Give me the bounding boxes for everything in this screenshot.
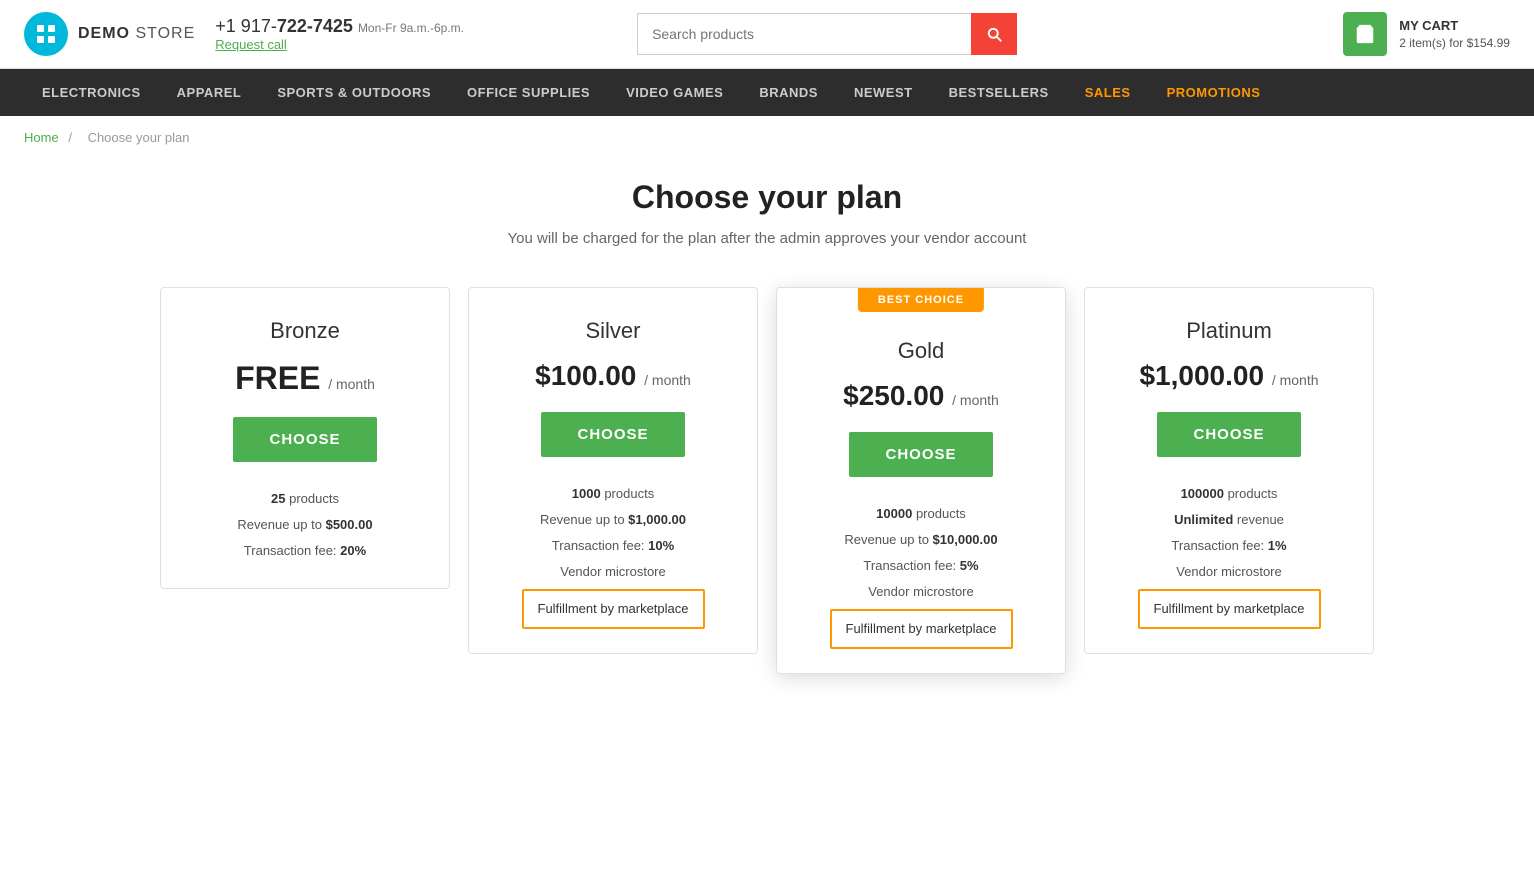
feature-microstore: Vendor microstore: [1105, 559, 1353, 585]
cart-info: MY CART 2 item(s) for $154.99: [1399, 17, 1510, 52]
feature-transaction: Transaction fee: 20%: [181, 538, 429, 564]
feature-products: 25 products: [181, 486, 429, 512]
plan-name-bronze: Bronze: [181, 318, 429, 344]
feature-revenue: Unlimited revenue: [1105, 507, 1353, 533]
phone-number: +1 917-722-7425 Mon-Fr 9a.m.-6p.m.: [215, 16, 464, 37]
feature-microstore: Vendor microstore: [797, 579, 1045, 605]
nav-electronics[interactable]: ELECTRONICS: [24, 69, 159, 116]
cart-title: MY CART: [1399, 17, 1510, 35]
cart-subtitle: 2 item(s) for $154.99: [1399, 35, 1510, 52]
nav-office[interactable]: OFFICE SUPPLIES: [449, 69, 608, 116]
feature-products: 10000 products: [797, 501, 1045, 527]
plan-name-gold: Gold: [797, 338, 1045, 364]
plan-price-bronze: FREE / month: [181, 360, 429, 397]
fulfillment-badge-gold: Fulfillment by marketplace: [830, 609, 1013, 649]
fulfillment-badge-platinum: Fulfillment by marketplace: [1138, 589, 1321, 629]
header: DEMO STORE +1 917-722-7425 Mon-Fr 9a.m.-…: [0, 0, 1534, 69]
breadcrumb: Home / Choose your plan: [0, 116, 1534, 159]
choose-button-platinum[interactable]: CHOOSE: [1157, 412, 1300, 457]
choose-button-silver[interactable]: CHOOSE: [541, 412, 684, 457]
logo-area: DEMO STORE: [24, 12, 195, 56]
choose-button-gold[interactable]: CHOOSE: [849, 432, 992, 477]
best-choice-badge: BEST CHOICE: [858, 288, 984, 312]
feature-revenue: Revenue up to $1,000.00: [489, 507, 737, 533]
plan-price-gold: $250.00 / month: [797, 380, 1045, 412]
logo-icon[interactable]: [24, 12, 68, 56]
cart-area: MY CART 2 item(s) for $154.99: [1343, 12, 1510, 56]
nav-bestsellers[interactable]: BESTSELLERS: [931, 69, 1067, 116]
search-button[interactable]: [971, 13, 1017, 55]
feature-revenue: Revenue up to $500.00: [181, 512, 429, 538]
nav-apparel[interactable]: APPAREL: [159, 69, 260, 116]
plan-name-silver: Silver: [489, 318, 737, 344]
plan-card-silver: Silver $100.00 / month CHOOSE 1000 produ…: [468, 287, 758, 654]
plan-features-gold: 10000 products Revenue up to $10,000.00 …: [797, 501, 1045, 649]
nav-sports[interactable]: SPORTS & OUTDOORS: [259, 69, 449, 116]
contact-area: +1 917-722-7425 Mon-Fr 9a.m.-6p.m. Reque…: [215, 16, 464, 52]
breadcrumb-current: Choose your plan: [88, 130, 190, 145]
plan-price-platinum: $1,000.00 / month: [1105, 360, 1353, 392]
nav-promotions[interactable]: PROMOTIONS: [1149, 69, 1279, 116]
page-subtitle: You will be charged for the plan after t…: [24, 230, 1510, 247]
plan-features-silver: 1000 products Revenue up to $1,000.00 Tr…: [489, 481, 737, 629]
fulfillment-badge-silver: Fulfillment by marketplace: [522, 589, 705, 629]
main-content: Choose your plan You will be charged for…: [0, 159, 1534, 734]
breadcrumb-home[interactable]: Home: [24, 130, 59, 145]
main-nav: ELECTRONICS APPAREL SPORTS & OUTDOORS OF…: [0, 69, 1534, 116]
plan-card-platinum: Platinum $1,000.00 / month CHOOSE 100000…: [1084, 287, 1374, 654]
plan-card-gold: BEST CHOICE Gold $250.00 / month CHOOSE …: [776, 287, 1066, 674]
page-title: Choose your plan: [24, 179, 1510, 216]
plan-features-platinum: 100000 products Unlimited revenue Transa…: [1105, 481, 1353, 629]
nav-sales[interactable]: SALES: [1067, 69, 1149, 116]
feature-revenue: Revenue up to $10,000.00: [797, 527, 1045, 553]
nav-newest[interactable]: NEWEST: [836, 69, 931, 116]
cart-button[interactable]: [1343, 12, 1387, 56]
feature-microstore: Vendor microstore: [489, 559, 737, 585]
plan-name-platinum: Platinum: [1105, 318, 1353, 344]
feature-products: 100000 products: [1105, 481, 1353, 507]
logo-text: DEMO STORE: [78, 25, 195, 43]
nav-videogames[interactable]: VIDEO GAMES: [608, 69, 741, 116]
plans-container: Bronze FREE / month CHOOSE 25 products R…: [24, 287, 1510, 674]
nav-brands[interactable]: BRANDS: [741, 69, 836, 116]
feature-products: 1000 products: [489, 481, 737, 507]
feature-transaction: Transaction fee: 5%: [797, 553, 1045, 579]
search-area: [637, 13, 1017, 55]
request-call-link[interactable]: Request call: [215, 37, 464, 52]
plan-features-bronze: 25 products Revenue up to $500.00 Transa…: [181, 486, 429, 564]
feature-transaction: Transaction fee: 10%: [489, 533, 737, 559]
plan-card-bronze: Bronze FREE / month CHOOSE 25 products R…: [160, 287, 450, 589]
search-input[interactable]: [637, 13, 971, 55]
plan-price-silver: $100.00 / month: [489, 360, 737, 392]
feature-transaction: Transaction fee: 1%: [1105, 533, 1353, 559]
choose-button-bronze[interactable]: CHOOSE: [233, 417, 376, 462]
